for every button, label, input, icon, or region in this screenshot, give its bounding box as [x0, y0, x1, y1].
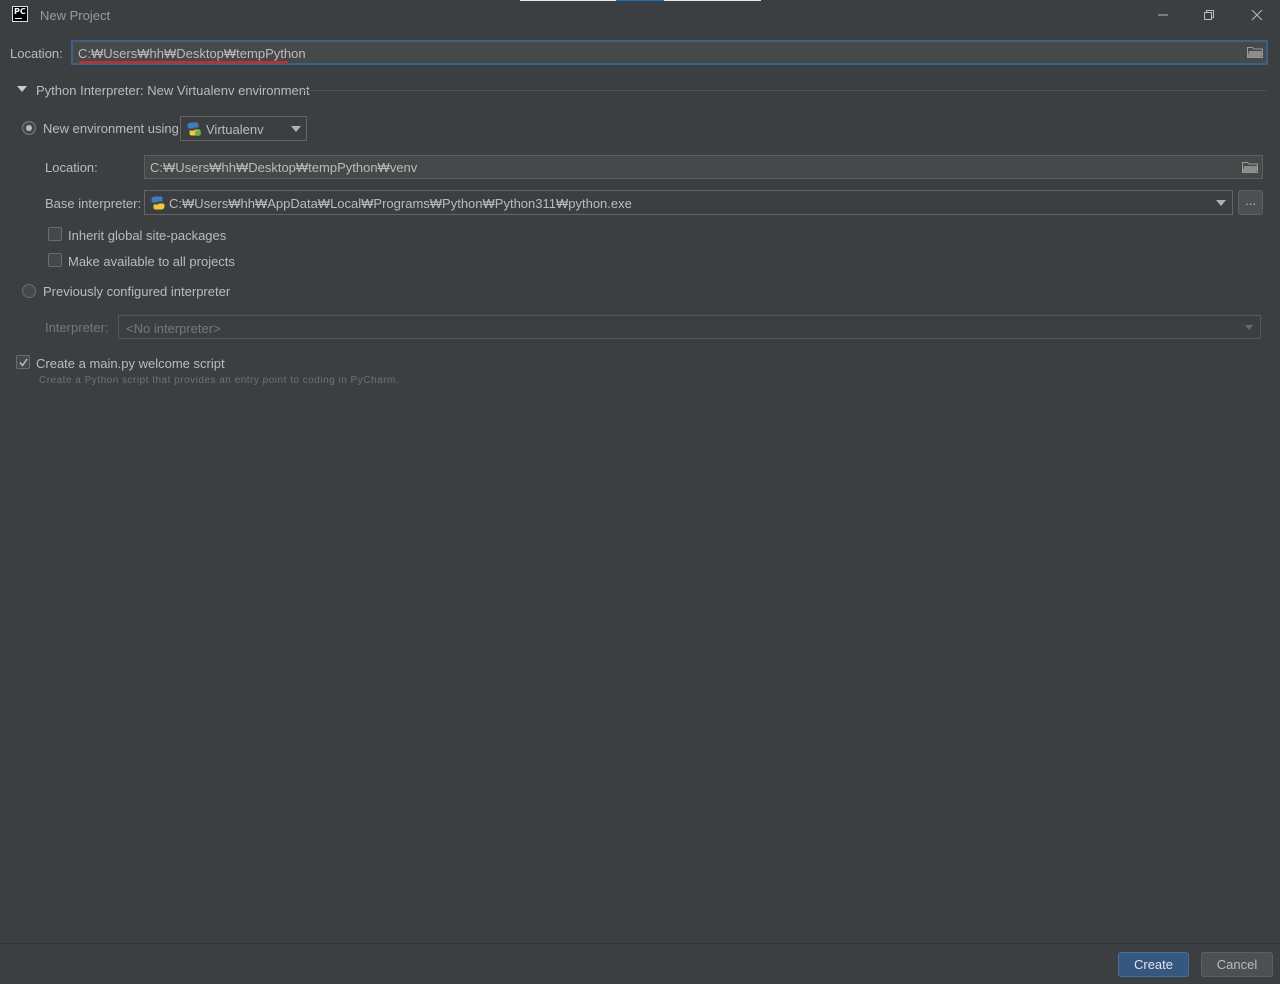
venv-location-field[interactable]: C:₩Users₩hh₩Desktop₩tempPython₩venv: [144, 155, 1263, 179]
base-interpreter-value: C:₩Users₩hh₩AppData₩Local₩Programs₩Pytho…: [169, 196, 632, 211]
new-env-radio[interactable]: [22, 121, 36, 135]
interpreter-label: Interpreter:: [45, 320, 109, 335]
create-button[interactable]: Create: [1118, 952, 1189, 977]
base-interpreter-label: Base interpreter:: [45, 196, 142, 211]
window-title: New Project: [40, 8, 111, 23]
top-strip-right: [664, 0, 761, 1]
restore-button[interactable]: [1186, 0, 1232, 30]
project-location-label: Location:: [10, 46, 63, 61]
interpreter-section-title[interactable]: Python Interpreter: New Virtualenv envir…: [36, 83, 310, 98]
interpreter-dropdown[interactable]: <No interpreter>: [118, 315, 1261, 339]
virtualenv-icon: [187, 122, 201, 136]
inherit-packages-label[interactable]: Inherit global site-packages: [68, 228, 226, 243]
top-strip-left: [520, 0, 616, 1]
make-available-checkbox[interactable]: [48, 253, 62, 267]
env-tool-value: Virtualenv: [206, 122, 264, 137]
base-interpreter-dropdown[interactable]: C:₩Users₩hh₩AppData₩Local₩Programs₩Pytho…: [144, 190, 1233, 215]
close-button[interactable]: [1234, 0, 1280, 30]
previous-interpreter-radio[interactable]: [22, 284, 36, 298]
welcome-script-label[interactable]: Create a main.py welcome script: [36, 356, 225, 371]
chevron-down-icon: [1245, 325, 1253, 330]
close-icon: [1251, 9, 1263, 21]
welcome-script-hint: Create a Python script that provides an …: [39, 375, 400, 386]
title-bar: [0, 0, 1280, 30]
pycharm-logo-icon: PC: [12, 6, 28, 22]
project-location-input[interactable]: [78, 44, 1228, 62]
inherit-packages-checkbox[interactable]: [48, 227, 62, 241]
env-tool-dropdown[interactable]: Virtualenv: [180, 116, 307, 141]
folder-browse-icon[interactable]: [1247, 46, 1263, 58]
collapse-triangle-icon[interactable]: [17, 86, 27, 92]
previous-interpreter-label[interactable]: Previously configured interpreter: [43, 284, 230, 299]
annotation-underline: [79, 61, 288, 63]
interpreter-value: <No interpreter>: [126, 321, 221, 336]
top-strip-middle: [616, 0, 664, 1]
folder-browse-icon[interactable]: [1242, 161, 1258, 173]
chevron-down-icon: [291, 126, 301, 132]
chevron-down-icon: [1216, 200, 1226, 206]
footer-divider: [0, 943, 1280, 944]
venv-location-label: Location:: [45, 160, 98, 175]
welcome-script-checkbox[interactable]: [16, 355, 30, 369]
cancel-button[interactable]: Cancel: [1201, 952, 1273, 977]
minimize-icon: [1158, 14, 1168, 16]
minimize-button[interactable]: [1140, 0, 1186, 30]
python-icon: [151, 196, 165, 210]
browse-interpreter-button[interactable]: ...: [1238, 190, 1263, 215]
section-divider: [302, 90, 1266, 91]
radio-selected-dot: [26, 125, 32, 131]
venv-location-value: C:₩Users₩hh₩Desktop₩tempPython₩venv: [150, 160, 418, 175]
checkmark-icon: [19, 358, 28, 367]
new-env-label[interactable]: New environment using: [43, 121, 179, 136]
make-available-label[interactable]: Make available to all projects: [68, 254, 235, 269]
restore-icon: [1204, 10, 1214, 20]
